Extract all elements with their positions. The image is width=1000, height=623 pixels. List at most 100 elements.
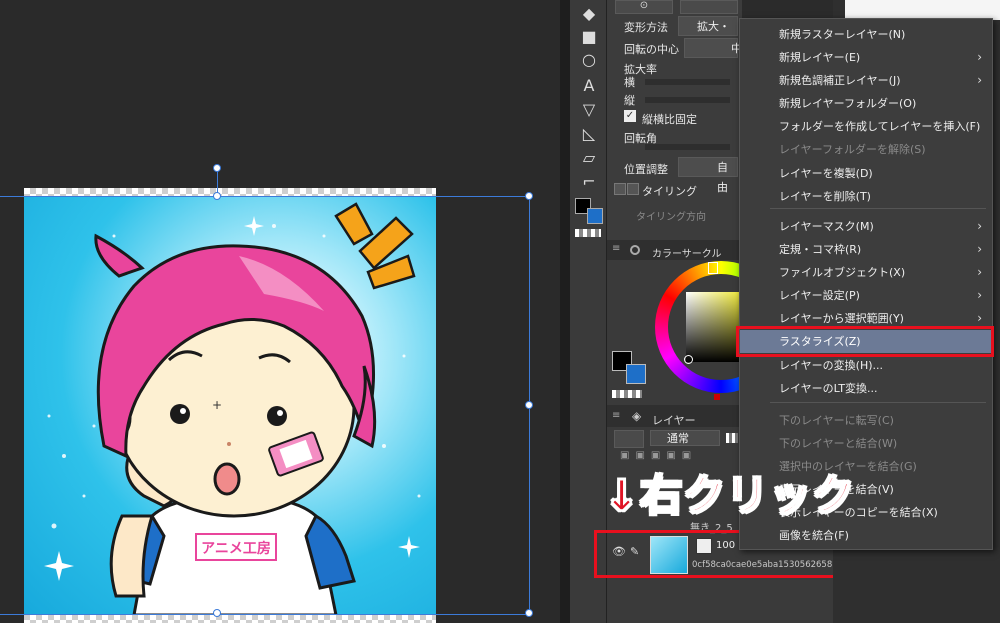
keep-ratio-label: 縦横比固定 <box>642 113 697 126</box>
menu-item-label: 新規ラスターレイヤー(N) <box>779 28 906 41</box>
menu-item-label: 下のレイヤーに転写(C) <box>779 414 894 427</box>
rotation-center-select[interactable]: 中 <box>684 38 742 58</box>
selection-border-top <box>0 196 530 197</box>
right-center-handle[interactable] <box>525 401 533 409</box>
gradient-icon[interactable]: ■ <box>578 27 600 47</box>
top-right-handle[interactable] <box>525 192 533 200</box>
submenu-arrow-icon: › <box>977 73 982 87</box>
menu-item: 下のレイヤーと結合(W) <box>740 432 992 455</box>
menu-item[interactable]: 新規色調補正レイヤー(J) › <box>740 69 992 92</box>
color-panel-transparent-swatch[interactable] <box>612 390 642 398</box>
menu-item-label: 新規レイヤー(E) <box>779 51 861 64</box>
transform-method-select[interactable]: 拡大・縮 <box>678 16 738 53</box>
surprise-marks <box>334 202 416 290</box>
menu-item-label: 新規色調補正レイヤー(J) <box>779 74 901 87</box>
selection-border-bottom <box>0 614 530 615</box>
scale-vertical-label: 縦 <box>624 94 635 107</box>
rasterize-highlight-box <box>736 326 994 357</box>
submenu-arrow-icon: › <box>977 219 982 233</box>
fill-bucket-icon[interactable]: ◆ <box>578 4 600 24</box>
menu-item-label: レイヤーフォルダーを解除(S) <box>779 143 926 156</box>
bottom-right-handle[interactable] <box>525 609 533 617</box>
menu-item[interactable]: 画像を統合(F) <box>740 524 992 547</box>
menu-item[interactable]: レイヤーのLT変換... <box>740 377 992 400</box>
layer-color-select[interactable] <box>614 430 644 448</box>
color-picker-cursor[interactable] <box>684 355 693 364</box>
bottom-center-handle[interactable] <box>213 609 221 617</box>
character-illustration: アニメ工房 <box>44 202 421 615</box>
top-center-handle[interactable] <box>213 192 221 200</box>
menu-item[interactable]: 新規ラスターレイヤー(N) <box>740 23 992 46</box>
balloon-tool-icon[interactable]: ▽ <box>578 100 600 120</box>
menu-item-label: レイヤー設定(P) <box>779 289 860 302</box>
scale-horizontal-label: 横 <box>624 76 635 89</box>
text-tool-icon[interactable]: A <box>578 76 600 96</box>
menu-item: レイヤーフォルダーを解除(S) <box>740 138 992 161</box>
submenu-arrow-icon: › <box>977 242 982 256</box>
rotation-center-label: 回転の中心 <box>624 43 679 56</box>
tiling-checkbox[interactable] <box>627 183 639 195</box>
menu-item[interactable]: ファイルオブジェクト(X) › <box>740 261 992 284</box>
ruler-tool-icon[interactable]: ◺ <box>578 124 600 144</box>
transform-method-label: 変形方法 <box>624 21 668 34</box>
gamut-warning-icon <box>714 394 720 400</box>
property-top-button-2[interactable] <box>680 0 738 14</box>
scale-horizontal-slider[interactable] <box>645 79 730 85</box>
menu-item-label: ファイルオブジェクト(X) <box>779 266 906 279</box>
annotation-text: ↓右クリック <box>603 470 856 521</box>
tiling-label: タイリング <box>642 185 697 198</box>
menu-item-label: レイヤーのLT変換... <box>779 382 878 395</box>
menu-item[interactable]: 新規レイヤー(E) › <box>740 46 992 69</box>
menu-item: 下のレイヤーに転写(C) <box>740 409 992 432</box>
menu-item-label: 下のレイヤーと結合(W) <box>779 437 898 450</box>
menu-item-label: レイヤーを削除(T) <box>779 190 871 203</box>
center-crosshair-icon[interactable]: + <box>212 399 222 411</box>
menu-separator <box>770 208 986 209</box>
color-circle-tab-icon <box>630 245 640 255</box>
frame-tool-icon[interactable]: ▱ <box>578 148 600 168</box>
menu-item[interactable]: レイヤーの変換(H)... <box>740 354 992 377</box>
layer-panel-menu-icon[interactable]: ≡ <box>612 410 620 421</box>
artwork-layer[interactable]: アニメ工房 <box>24 196 436 615</box>
menu-separator <box>770 402 986 403</box>
rotation-angle-slider[interactable] <box>645 144 730 150</box>
position-adjust-label: 位置調整 <box>624 163 668 176</box>
panel-menu-icon[interactable]: ≡ <box>612 243 620 254</box>
menu-item[interactable]: レイヤー設定(P) › <box>740 284 992 307</box>
color-panel-sub-swatch[interactable] <box>626 364 646 384</box>
scale-vertical-slider[interactable] <box>645 97 730 103</box>
property-top-button-1[interactable]: ⊙ <box>615 0 673 14</box>
menu-item-label: レイヤーから選択範囲(Y) <box>779 312 904 325</box>
transparent-color-swatch[interactable] <box>575 229 601 237</box>
tiling-expand-icon[interactable] <box>614 183 626 195</box>
panel-divider <box>560 0 570 623</box>
layer-option-icons[interactable]: ▣▣▣▣▣ <box>620 450 735 462</box>
hue-picker-cursor[interactable] <box>708 262 718 274</box>
layer-panel-title[interactable]: レイヤー <box>652 412 696 428</box>
menu-item[interactable]: 定規・コマ枠(R) › <box>740 238 992 261</box>
opacity-icon[interactable] <box>726 433 738 443</box>
position-adjust-select[interactable]: 自由 <box>678 157 738 194</box>
menu-item-label: 定規・コマ枠(R) <box>779 243 862 256</box>
menu-item[interactable]: レイヤーマスク(M) › <box>740 215 992 238</box>
menu-item[interactable]: 新規レイヤーフォルダー(O) <box>740 92 992 115</box>
blend-mode-select[interactable]: 通常 <box>650 430 720 446</box>
keep-ratio-checkbox[interactable]: ✓ <box>624 110 636 122</box>
sub-color-swatch[interactable] <box>587 208 603 224</box>
menu-item[interactable]: レイヤーを削除(T) <box>740 185 992 208</box>
menu-item-label: フォルダーを作成してレイヤーを挿入(F) <box>779 120 981 133</box>
eyedropper-icon[interactable]: ⌐ <box>578 172 600 192</box>
layer-stack-icon: ◈ <box>632 409 642 423</box>
menu-item-label: レイヤーを複製(D) <box>779 167 873 180</box>
ellipse-icon[interactable]: ○ <box>578 50 600 70</box>
submenu-arrow-icon: › <box>977 50 982 64</box>
menu-item[interactable]: フォルダーを作成してレイヤーを挿入(F) <box>740 115 992 138</box>
menu-item-label: レイヤーの変換(H)... <box>779 359 884 372</box>
color-panel-title[interactable]: カラーサークル <box>652 245 722 260</box>
submenu-arrow-icon: › <box>977 288 982 302</box>
rotation-handle[interactable] <box>213 164 221 172</box>
menu-item[interactable]: レイヤーを複製(D) <box>740 162 992 185</box>
shirt-logo: アニメ工房 <box>201 540 271 557</box>
tiling-direction-label: タイリング方向 <box>636 212 706 223</box>
menu-item-label: 画像を統合(F) <box>779 529 849 542</box>
